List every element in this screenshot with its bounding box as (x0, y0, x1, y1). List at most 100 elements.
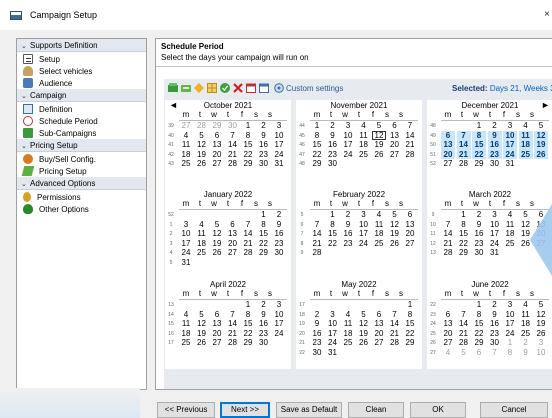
weekday-label[interactable]: m (310, 199, 324, 209)
day-cell[interactable]: 18 (179, 329, 193, 339)
day-cell[interactable]: 24 (341, 150, 355, 160)
day-cell[interactable]: 9 (272, 220, 286, 230)
sidebar-item[interactable]: Pricing Setup (17, 165, 146, 177)
weekday-label[interactable]: t (221, 289, 235, 299)
day-cell[interactable]: 21 (457, 329, 471, 339)
day-cell[interactable]: 14 (403, 131, 417, 141)
day-cell[interactable]: 3 (488, 210, 502, 220)
sidebar-item[interactable]: Permissions (17, 191, 146, 203)
custom-settings-link[interactable]: Custom settings (286, 84, 343, 93)
day-cell[interactable]: 20 (226, 239, 240, 249)
weekday-label[interactable]: w (207, 289, 221, 299)
week-number[interactable]: 2 (165, 231, 177, 237)
ok-button[interactable]: OK (410, 402, 466, 418)
day-cell[interactable]: 14 (457, 319, 471, 329)
day-cell[interactable]: 29 (210, 121, 224, 131)
grid-view-icon[interactable] (207, 83, 217, 93)
month-title[interactable]: December 2021 (427, 101, 552, 110)
week-number[interactable]: 42 (165, 152, 177, 158)
day-cell[interactable]: 8 (403, 310, 417, 320)
day-cell[interactable]: 1 (472, 300, 486, 310)
weekday-label[interactable]: s (525, 110, 539, 120)
day-cell[interactable]: 3 (341, 121, 355, 131)
day-cell[interactable]: 3 (179, 220, 193, 230)
day-cell[interactable]: 30 (257, 338, 271, 348)
weekday-label[interactable]: m (179, 289, 193, 299)
day-cell[interactable]: 26 (534, 149, 548, 159)
day-cell[interactable]: 7 (310, 220, 324, 230)
day-cell[interactable]: 19 (534, 319, 548, 329)
day-cell[interactable]: 27 (441, 338, 455, 348)
sidebar-item[interactable]: Sub-Campaigns (17, 127, 146, 139)
day-cell[interactable]: 21 (456, 149, 471, 159)
day-cell[interactable]: 19 (372, 140, 386, 150)
weekday-label[interactable]: s (394, 199, 408, 209)
day-cell[interactable]: 1 (503, 338, 517, 348)
day-cell[interactable]: 12 (195, 140, 209, 150)
day-cell[interactable]: 16 (487, 140, 502, 150)
weekday-label[interactable]: s (263, 110, 277, 120)
day-cell[interactable]: 22 (457, 239, 471, 249)
day-cell[interactable]: 16 (488, 319, 502, 329)
day-cell[interactable]: 22 (403, 329, 417, 339)
weekday-label[interactable]: f (235, 199, 249, 209)
week-number[interactable]: 52 (165, 212, 177, 218)
weekday-label[interactable]: t (352, 110, 366, 120)
day-cell[interactable]: 29 (472, 159, 486, 169)
week-number[interactable]: 51 (427, 152, 439, 158)
day-cell[interactable]: 6 (441, 310, 455, 320)
day-cell[interactable]: 25 (518, 149, 533, 159)
day-cell[interactable]: 30 (310, 348, 324, 358)
day-cell[interactable]: 9 (487, 130, 502, 140)
day-cell[interactable]: 23 (257, 150, 271, 160)
day-cell[interactable]: 12 (534, 130, 548, 140)
day-cell[interactable]: 21 (403, 140, 417, 150)
day-cell[interactable]: 6 (210, 131, 224, 141)
cancel-button[interactable]: Cancel (480, 402, 548, 418)
day-cell[interactable]: 13 (210, 140, 224, 150)
day-cell[interactable]: 10 (488, 220, 502, 230)
weekday-label[interactable]: m (441, 289, 455, 299)
day-cell[interactable]: 31 (272, 159, 286, 169)
day-cell[interactable]: 21 (226, 329, 240, 339)
month-title[interactable]: March 2022 (427, 190, 552, 199)
week-number[interactable]: 18 (296, 312, 308, 318)
day-cell[interactable]: 27 (403, 239, 417, 249)
weekday-label[interactable]: t (483, 110, 497, 120)
day-cell[interactable]: 21 (310, 239, 324, 249)
day-cell[interactable]: 28 (226, 159, 240, 169)
day-cell[interactable]: 11 (179, 140, 193, 150)
day-cell[interactable]: 15 (326, 229, 340, 239)
day-cell[interactable]: 14 (241, 229, 255, 239)
weekday-label[interactable]: t (221, 110, 235, 120)
day-cell[interactable]: 18 (179, 150, 193, 160)
day-cell[interactable]: 27 (372, 338, 386, 348)
day-cell[interactable]: 11 (357, 131, 371, 141)
day-cell[interactable]: 17 (272, 319, 286, 329)
day-cell[interactable]: 14 (226, 319, 240, 329)
weekday-label[interactable]: m (310, 289, 324, 299)
day-cell[interactable]: 28 (441, 248, 455, 258)
day-cell[interactable]: 7 (388, 310, 402, 320)
select-all-icon[interactable] (168, 83, 178, 93)
day-cell[interactable]: 20 (210, 329, 224, 339)
week-number[interactable]: 14 (165, 312, 177, 318)
day-cell[interactable]: 10 (357, 220, 371, 230)
select-weekdays-icon[interactable] (181, 83, 191, 93)
day-cell[interactable]: 15 (241, 319, 255, 329)
day-cell[interactable]: 3 (503, 300, 517, 310)
day-cell[interactable]: 10 (534, 348, 548, 358)
week-number[interactable]: 17 (165, 340, 177, 346)
day-cell[interactable]: 15 (257, 229, 271, 239)
day-cell[interactable]: 25 (179, 338, 193, 348)
day-cell[interactable]: 19 (388, 229, 402, 239)
day-cell[interactable]: 14 (456, 140, 471, 150)
week-number[interactable]: 52 (427, 161, 439, 167)
weekday-label[interactable]: s (380, 289, 394, 299)
day-cell[interactable]: 24 (272, 329, 286, 339)
day-cell[interactable]: 21 (441, 239, 455, 249)
week-number[interactable]: 6 (296, 222, 308, 228)
day-cell[interactable]: 13 (403, 220, 417, 230)
day-cell[interactable]: 5 (195, 310, 209, 320)
weekday-label[interactable]: m (441, 110, 455, 120)
